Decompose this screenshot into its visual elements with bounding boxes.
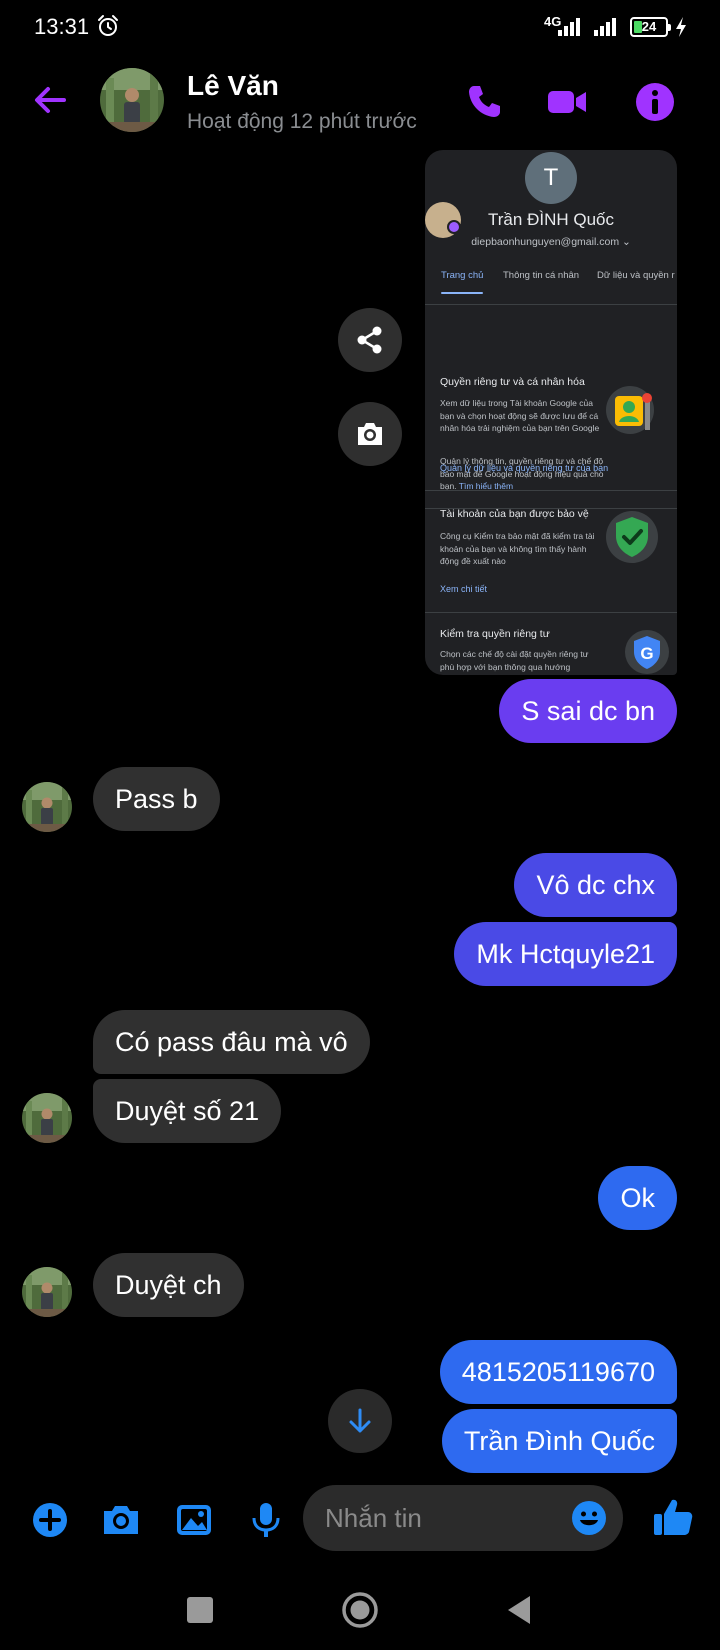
signal-icon: [594, 18, 616, 36]
chat-header: Lê Văn Hoạt động 12 phút trước: [0, 60, 720, 142]
contact-name[interactable]: Lê Văn: [187, 70, 279, 102]
shared-image-message[interactable]: T Trần ĐÌNH Quốc diepbaonhunguyen@gmail.…: [425, 150, 677, 675]
message-outgoing[interactable]: S sai dc bn: [499, 679, 677, 743]
message-outgoing[interactable]: Ok: [598, 1166, 677, 1230]
contact-message-avatar[interactable]: [22, 1093, 72, 1143]
privacy-section-title: Quyền riêng tư và cá nhân hóa: [440, 376, 585, 388]
signal-icon: [558, 18, 580, 36]
privacy-illustration-icon: [606, 386, 654, 434]
account-email: diepbaonhunguyen@gmail.com ⌄: [471, 236, 631, 248]
info-icon[interactable]: [633, 80, 677, 124]
home-icon[interactable]: [340, 1590, 380, 1630]
share-icon: [357, 326, 382, 354]
account-tabs: Trang chủ Thông tin cá nhân Dữ liệu và q…: [441, 270, 677, 300]
phone-icon[interactable]: [462, 80, 506, 124]
arrow-down-icon: [349, 1408, 371, 1433]
battery-level: 24: [641, 19, 657, 34]
contact-avatar[interactable]: [100, 68, 164, 132]
message-incoming[interactable]: Có pass đâu mà vô: [93, 1010, 370, 1074]
battery-icon: 24: [630, 17, 671, 37]
back-nav-icon[interactable]: [500, 1590, 540, 1630]
contact-activity-status: Hoạt động 12 phút trước: [187, 110, 417, 133]
tab-personal-info: Thông tin cá nhân: [503, 270, 580, 281]
status-bar: 13:31 4G 24: [0, 0, 720, 56]
google-shield-icon: G: [625, 630, 669, 674]
charging-icon: [676, 17, 686, 37]
message-outgoing[interactable]: Mk Hctquyle21: [454, 922, 677, 986]
save-image-button[interactable]: [338, 402, 402, 466]
like-thumbs-up-icon[interactable]: [652, 1496, 694, 1538]
message-incoming[interactable]: Pass b: [93, 767, 220, 831]
privacy-check-text: Chọn các chế độ cài đặt quyền riêng tư p…: [440, 649, 589, 672]
message-outgoing[interactable]: Vô dc chx: [514, 853, 677, 917]
microphone-icon[interactable]: [246, 1500, 286, 1540]
camera-icon[interactable]: [101, 1500, 141, 1540]
recent-apps-icon[interactable]: [180, 1590, 220, 1630]
message-input-placeholder: Nhắn tin: [325, 1503, 422, 1533]
account-initial-avatar: T: [525, 152, 577, 204]
tab-home: Trang chủ: [441, 270, 484, 281]
privacy-check-title: Kiểm tra quyền riêng tư: [440, 628, 550, 640]
message-input[interactable]: Nhắn tin: [303, 1485, 623, 1551]
emoji-icon[interactable]: [571, 1500, 607, 1536]
message-incoming[interactable]: Duyệt ch: [93, 1253, 244, 1317]
status-time: 13:31: [34, 14, 90, 39]
plus-icon[interactable]: [30, 1500, 70, 1540]
security-shield-icon: [606, 511, 658, 563]
gallery-icon[interactable]: [174, 1500, 214, 1540]
video-call-icon[interactable]: [545, 80, 589, 124]
back-arrow-icon[interactable]: [30, 80, 70, 120]
message-incoming[interactable]: Duyệt số 21: [93, 1079, 282, 1143]
protected-section-text: Công cụ Kiểm tra bảo mật đã kiểm tra tài…: [440, 531, 595, 566]
contact-message-avatar[interactable]: [22, 782, 72, 832]
intro-text: Quản lý thông tin, quyền riêng tư và chế…: [440, 456, 604, 491]
tab-data-privacy: Dữ liệu và quyền r: [597, 270, 675, 281]
share-button[interactable]: [338, 308, 402, 372]
account-name: Trần ĐÌNH Quốc: [488, 210, 614, 229]
protected-section-title: Tài khoản của bạn được bảo vệ: [440, 508, 589, 520]
system-navigation-bar: [0, 1570, 720, 1650]
camera-icon: [358, 423, 382, 445]
scroll-to-bottom-button[interactable]: [328, 1389, 392, 1453]
protected-section-link: Xem chi tiết: [440, 584, 488, 594]
contact-message-avatar[interactable]: [22, 1267, 72, 1317]
svg-text:G: G: [640, 644, 653, 663]
privacy-section-link: Quản lý dữ liệu và quyền riêng tư của bạ…: [440, 463, 609, 473]
message-composer: Nhắn tin: [0, 1482, 720, 1556]
privacy-section-text: Xem dữ liệu trong Tài khoản Google của b…: [440, 398, 600, 433]
message-outgoing[interactable]: 4815205119670: [439, 1340, 677, 1404]
alarm-icon: [98, 15, 118, 36]
message-outgoing[interactable]: Trần Đình Quốc: [441, 1409, 677, 1473]
